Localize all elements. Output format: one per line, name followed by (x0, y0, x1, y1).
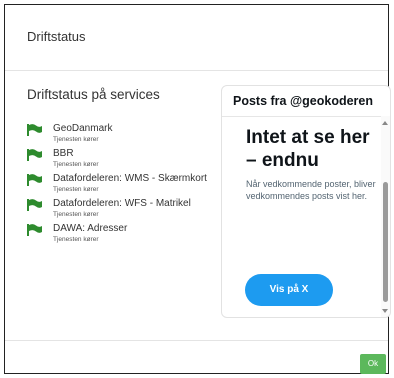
flag-icon (27, 149, 42, 161)
twitter-widget-title[interactable]: Posts fra @geokoderen (233, 94, 373, 108)
flag-icon (27, 124, 42, 136)
service-item-wms-skaermkort: Datafordeleren: WMS - Skærmkort Tjeneste… (27, 173, 217, 194)
scroll-down-arrow-icon[interactable] (382, 309, 388, 313)
view-on-x-button[interactable]: Vis på X (245, 274, 333, 306)
service-name: Datafordeleren: WMS - Skærmkort (53, 173, 207, 184)
ok-button[interactable]: Ok (360, 354, 386, 374)
dialog-title: Driftstatus (27, 29, 86, 44)
service-name: Datafordeleren: WFS - Matrikel (53, 198, 191, 209)
twitter-widget-header: Posts fra @geokoderen (222, 86, 390, 117)
service-item-dawa-adresser: DAWA: Adresser Tjenesten kører (27, 223, 217, 244)
flag-icon (27, 199, 42, 211)
twitter-empty-state: Intet at se her – endnu Når vedkommende … (246, 126, 381, 202)
service-name: DAWA: Adresser (53, 223, 128, 234)
service-status-list: GeoDanmark Tjenesten kører BBR Tjenesten… (27, 123, 217, 248)
flag-icon (27, 224, 42, 236)
scroll-up-arrow-icon[interactable] (382, 121, 388, 125)
service-status: Tjenesten kører (53, 211, 99, 218)
empty-state-description: Når vedkommende poster, bliver vedkommen… (246, 179, 376, 201)
service-status: Tjenesten kører (53, 161, 99, 168)
dialog-header: Driftstatus (5, 5, 388, 71)
twitter-timeline-widget: Posts fra @geokoderen Intet at se her – … (221, 85, 391, 318)
flag-icon (27, 174, 42, 186)
dialog-footer: Ok (5, 340, 388, 375)
scrollbar-thumb[interactable] (383, 182, 388, 302)
service-item-wfs-matrikel: Datafordeleren: WFS - Matrikel Tjenesten… (27, 198, 217, 219)
service-item-geodanmark: GeoDanmark Tjenesten kører (27, 123, 217, 144)
driftstatus-dialog: Driftstatus Driftstatus på services GeoD… (4, 4, 391, 375)
service-name: GeoDanmark (53, 123, 113, 134)
service-status: Tjenesten kører (53, 236, 99, 243)
empty-state-title: Intet at se her – endnu (246, 127, 370, 171)
services-heading: Driftstatus på services (27, 87, 160, 102)
service-status: Tjenesten kører (53, 186, 99, 193)
service-name: BBR (53, 148, 74, 159)
service-item-bbr: BBR Tjenesten kører (27, 148, 217, 169)
service-status: Tjenesten kører (53, 136, 99, 143)
